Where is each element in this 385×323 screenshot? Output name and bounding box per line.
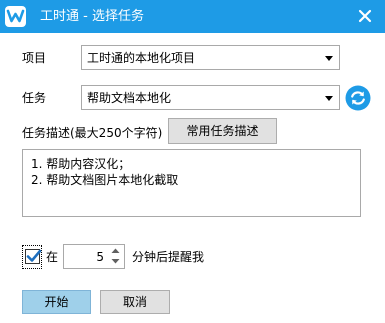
description-line: 1. 帮助内容汉化； [31,157,131,171]
chevron-down-icon [325,56,333,61]
close-icon [358,9,372,23]
refresh-button[interactable] [345,85,371,111]
project-label: 项目 [22,51,47,65]
title-bar[interactable]: 工时通 - 选择任务 [0,0,385,33]
reminder-suffix-label: 分钟后提醒我 [132,250,205,264]
common-description-button-label: 常用任务描述 [186,124,259,138]
chevron-down-icon [111,259,120,264]
stepper-down-button[interactable] [108,256,123,267]
cancel-button-label: 取消 [122,295,147,309]
reminder-prefix-label: 在 [46,250,59,264]
minutes-stepper[interactable]: 5 [63,244,125,269]
app-logo-icon [5,6,26,27]
chevron-up-icon [111,248,120,253]
refresh-icon [345,85,371,111]
task-label: 任务 [22,91,47,105]
description-line: 2. 帮助文档图片本地化截取 [31,173,179,187]
window-title: 工时通 - 选择任务 [40,9,144,24]
close-button[interactable] [355,6,375,26]
project-select[interactable]: 工时通的本地化项目 [81,45,340,70]
common-description-button[interactable]: 常用任务描述 [168,118,277,144]
start-button-label: 开始 [44,295,69,309]
stepper-up-button[interactable] [108,245,123,256]
task-select-value: 帮助文档本地化 [87,91,172,105]
select-task-dialog: 工时通 - 选择任务 项目 工时通的本地化项目 任务 帮助文档本地化 任务描述(… [0,0,385,323]
minutes-input[interactable]: 5 [96,250,104,264]
start-button[interactable]: 开始 [22,290,91,314]
reminder-checkbox[interactable] [25,249,42,264]
description-textarea[interactable]: 1. 帮助内容汉化； 2. 帮助文档图片本地化截取 [22,149,361,217]
cancel-button[interactable]: 取消 [100,290,170,314]
project-select-value: 工时通的本地化项目 [87,51,196,65]
task-select[interactable]: 帮助文档本地化 [81,85,340,110]
check-icon [26,249,42,262]
description-label: 任务描述(最大250个字符) [22,126,163,140]
chevron-down-icon [325,96,333,101]
